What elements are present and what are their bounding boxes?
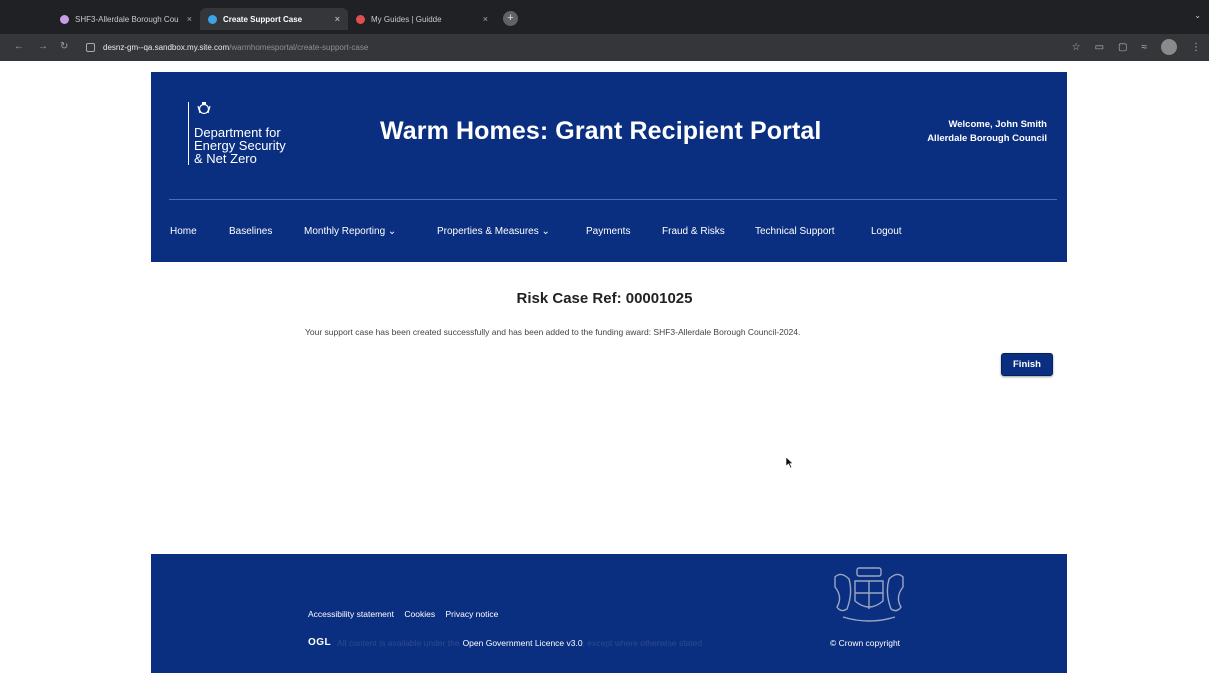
nav-monthly-reporting[interactable]: Monthly Reporting ⌄ bbox=[304, 226, 396, 237]
reload-icon[interactable]: ↻ bbox=[60, 42, 68, 52]
new-tab-button[interactable]: + bbox=[503, 11, 518, 26]
finish-button[interactable]: Finish bbox=[1001, 353, 1053, 376]
footer-link-privacy[interactable]: Privacy notice bbox=[445, 609, 498, 619]
nav-logout[interactable]: Logout bbox=[871, 226, 902, 237]
tab-favicon-icon bbox=[208, 14, 217, 24]
nav-home[interactable]: Home bbox=[170, 226, 197, 237]
header-divider bbox=[169, 199, 1057, 200]
close-icon[interactable]: × bbox=[187, 14, 192, 24]
nav-payments[interactable]: Payments bbox=[586, 226, 630, 237]
browser-tab-active[interactable]: Create Support Case × bbox=[200, 8, 348, 30]
nav-technical-support[interactable]: Technical Support bbox=[755, 226, 835, 237]
site-header: Department for Energy Security & Net Zer… bbox=[151, 72, 1067, 262]
nav-properties-measures[interactable]: Properties & Measures ⌄ bbox=[437, 226, 550, 237]
nav-baselines[interactable]: Baselines bbox=[229, 226, 272, 237]
browser-toolbar: ← → ↻ desnz-gm--qa.sandbox.my.site.com /… bbox=[0, 34, 1209, 61]
url-path: /warmhomesportal/create-support-case bbox=[229, 43, 369, 52]
main-nav: Home Baselines Monthly Reporting ⌄ Prope… bbox=[151, 226, 1067, 248]
licence-link[interactable]: Open Government Licence v3.0 bbox=[463, 638, 583, 648]
back-icon[interactable]: ← bbox=[14, 42, 24, 52]
close-icon[interactable]: × bbox=[335, 14, 340, 24]
page-title: Risk Case Ref: 00001025 bbox=[516, 290, 693, 307]
royal-coat-of-arms-icon bbox=[834, 567, 904, 622]
site-info-icon[interactable] bbox=[86, 43, 95, 52]
nav-fraud-risks[interactable]: Fraud & Risks bbox=[662, 226, 725, 237]
licence-suffix: , except where otherwise stated bbox=[582, 637, 703, 648]
success-message: Your support case has been created succe… bbox=[305, 327, 801, 337]
footer-link-accessibility[interactable]: Accessibility statement bbox=[308, 609, 394, 619]
tab-favicon-icon bbox=[60, 14, 69, 24]
mouse-pointer-icon bbox=[786, 457, 794, 468]
portal-title: Warm Homes: Grant Recipient Portal bbox=[380, 117, 822, 145]
tab-title: Create Support Case bbox=[223, 14, 303, 24]
site-footer: Accessibility statement Cookies Privacy … bbox=[151, 554, 1067, 673]
browser-tab-strip: SHF3-Allerdale Borough Cou × Create Supp… bbox=[0, 0, 1209, 34]
welcome-text: Welcome, John Smith bbox=[948, 119, 1047, 130]
tab-favicon-icon bbox=[356, 14, 365, 24]
dept-name-line: & Net Zero bbox=[194, 151, 257, 166]
avatar[interactable] bbox=[1161, 39, 1177, 55]
footer-link-cookies[interactable]: Cookies bbox=[404, 609, 435, 619]
forward-icon[interactable]: → bbox=[38, 42, 48, 52]
tab-title: SHF3-Allerdale Borough Cou bbox=[75, 14, 179, 24]
dept-logo[interactable]: Department for Energy Security & Net Zer… bbox=[188, 102, 286, 165]
ogl-logo: OGL bbox=[308, 637, 332, 648]
address-bar[interactable]: desnz-gm--qa.sandbox.my.site.com /warmho… bbox=[86, 39, 1046, 56]
url-host: desnz-gm--qa.sandbox.my.site.com bbox=[103, 43, 230, 52]
menu-icon[interactable]: ⋮ bbox=[1191, 42, 1201, 53]
footer-links: Accessibility statement Cookies Privacy … bbox=[308, 609, 506, 619]
bookmark-star-icon[interactable]: ☆ bbox=[1072, 42, 1081, 53]
profile-icon[interactable]: ≈ bbox=[1142, 42, 1148, 53]
close-icon[interactable]: × bbox=[483, 14, 488, 24]
browser-tab[interactable]: SHF3-Allerdale Borough Cou × bbox=[52, 8, 200, 30]
royal-crest-icon bbox=[197, 102, 211, 115]
cast-icon[interactable]: ▭ bbox=[1095, 42, 1104, 53]
browser-tab[interactable]: My Guides | Guidde × bbox=[348, 8, 496, 30]
crown-copyright[interactable]: © Crown copyright bbox=[830, 638, 900, 648]
organisation-name: Allerdale Borough Council bbox=[927, 133, 1047, 144]
user-welcome: Welcome, John Smith Allerdale Borough Co… bbox=[927, 118, 1047, 146]
licence-statement: OGL All content is available under the O… bbox=[308, 637, 702, 648]
extensions-icon[interactable]: ▢ bbox=[1118, 42, 1127, 53]
tab-search-icon[interactable]: ⌄ bbox=[1194, 11, 1201, 20]
licence-prefix: All content is available under the bbox=[337, 637, 460, 648]
tab-title: My Guides | Guidde bbox=[371, 14, 442, 24]
